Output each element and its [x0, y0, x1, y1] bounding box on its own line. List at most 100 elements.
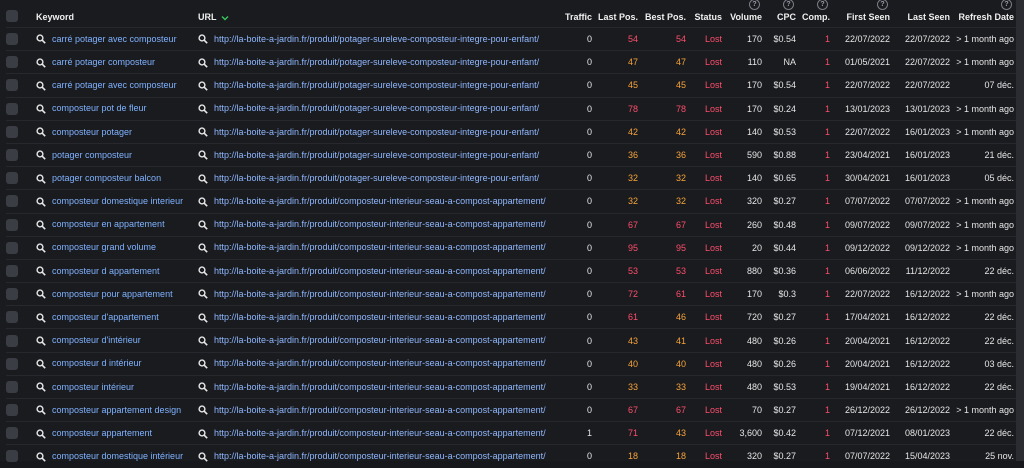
table-row[interactable]: composteur intérieur http://la-boite-a-ja…: [6, 375, 1020, 398]
table-row[interactable]: composteur potager http://la-boite-a-jard…: [6, 120, 1020, 143]
row-select[interactable]: [6, 97, 36, 120]
url-link[interactable]: http://la-boite-a-jardin.fr/produit/pota…: [214, 103, 539, 113]
search-icon[interactable]: [198, 150, 208, 161]
col-status[interactable]: Status: [692, 0, 728, 28]
url-link[interactable]: http://la-boite-a-jardin.fr/produit/comp…: [214, 312, 546, 322]
search-icon[interactable]: [36, 428, 46, 439]
row-select[interactable]: [6, 306, 36, 329]
url-link[interactable]: http://la-boite-a-jardin.fr/produit/pota…: [214, 173, 539, 183]
search-icon[interactable]: [198, 127, 208, 137]
row-checkbox[interactable]: [6, 218, 18, 231]
url-link[interactable]: http://la-boite-a-jardin.fr/produit/pota…: [214, 34, 539, 44]
row-checkbox[interactable]: [6, 404, 18, 417]
search-icon[interactable]: [198, 173, 208, 184]
search-icon[interactable]: [36, 173, 46, 184]
search-icon[interactable]: [36, 289, 46, 300]
table-row[interactable]: composteur pour appartement http://la-boi…: [6, 282, 1020, 306]
row-checkbox[interactable]: [6, 357, 18, 370]
keyword-link[interactable]: carré potager avec composteur: [52, 34, 177, 44]
row-checkbox[interactable]: [6, 334, 18, 347]
keyword-link[interactable]: composteur d'intérieur: [52, 335, 141, 345]
keyword-link[interactable]: composteur grand volume: [52, 242, 156, 252]
select-all-checkbox[interactable]: [6, 10, 18, 22]
keyword-link[interactable]: potager composteur: [52, 150, 132, 160]
keyword-link[interactable]: composteur appartement: [52, 428, 152, 438]
url-link[interactable]: http://la-boite-a-jardin.fr/produit/comp…: [214, 196, 546, 206]
row-select[interactable]: [6, 236, 36, 259]
first-seen-help-icon[interactable]: ?: [877, 0, 888, 10]
search-icon[interactable]: [198, 452, 208, 462]
refresh-date-help-icon[interactable]: ?: [1001, 0, 1012, 10]
row-select[interactable]: [6, 190, 36, 213]
search-icon[interactable]: [198, 405, 208, 416]
url-link[interactable]: http://la-boite-a-jardin.fr/produit/comp…: [214, 335, 546, 345]
keyword-link[interactable]: carré potager avec composteur: [52, 80, 177, 90]
search-icon[interactable]: [198, 289, 208, 300]
keyword-link[interactable]: composteur appartement design: [52, 405, 181, 415]
url-link[interactable]: http://la-boite-a-jardin.fr/produit/comp…: [214, 266, 546, 276]
table-row[interactable]: composteur d appartement http://la-boite-…: [6, 259, 1020, 282]
keyword-link[interactable]: potager composteur balcon: [52, 173, 161, 183]
scrollbar[interactable]: [1016, 0, 1024, 461]
row-checkbox[interactable]: [6, 195, 18, 208]
table-row[interactable]: composteur d'intérieur http://la-boite-a-…: [6, 328, 1020, 352]
keyword-link[interactable]: composteur en appartement: [52, 219, 165, 229]
search-icon[interactable]: [198, 34, 208, 45]
col-traffic[interactable]: Traffic: [558, 0, 598, 28]
url-link[interactable]: http://la-boite-a-jardin.fr/produit/comp…: [214, 428, 546, 438]
search-icon[interactable]: [36, 452, 46, 462]
table-row[interactable]: potager composteur http://la-boite-a-jard…: [6, 143, 1020, 166]
row-select[interactable]: [6, 283, 36, 306]
keyword-link[interactable]: composteur pour appartement: [52, 289, 173, 299]
row-checkbox[interactable]: [6, 102, 18, 115]
keyword-link[interactable]: composteur intérieur: [52, 382, 134, 392]
url-link[interactable]: http://la-boite-a-jardin.fr/produit/comp…: [214, 242, 546, 252]
search-icon[interactable]: [198, 243, 208, 253]
search-icon[interactable]: [198, 220, 208, 230]
table-row[interactable]: carré potager avec composteur http://la-b…: [6, 73, 1020, 97]
row-checkbox[interactable]: [6, 288, 18, 301]
comp-help-icon[interactable]: ?: [817, 0, 828, 10]
row-select[interactable]: [6, 28, 36, 51]
search-icon[interactable]: [36, 127, 46, 137]
table-row[interactable]: composteur appartement http://la-boite-a-…: [6, 421, 1020, 445]
row-checkbox[interactable]: [6, 56, 18, 69]
search-icon[interactable]: [36, 243, 46, 253]
row-checkbox[interactable]: [6, 33, 18, 46]
url-link[interactable]: http://la-boite-a-jardin.fr/produit/pota…: [214, 127, 539, 137]
table-row[interactable]: composteur en appartement http://la-boite…: [6, 213, 1020, 236]
table-row[interactable]: composteur domestique interieur http://la…: [6, 189, 1020, 213]
keyword-link[interactable]: composteur pot de fleur: [52, 103, 147, 113]
search-icon[interactable]: [198, 266, 208, 277]
search-icon[interactable]: [198, 313, 208, 323]
table-row[interactable]: potager composteur balcon http://la-boite…: [6, 166, 1020, 190]
search-icon[interactable]: [36, 197, 46, 207]
search-icon[interactable]: [36, 104, 46, 114]
search-icon[interactable]: [36, 34, 46, 45]
search-icon[interactable]: [198, 197, 208, 207]
row-select[interactable]: [6, 445, 36, 468]
row-checkbox[interactable]: [6, 79, 18, 92]
url-link[interactable]: http://la-boite-a-jardin.fr/produit/comp…: [214, 451, 546, 461]
col-url[interactable]: URL: [198, 0, 558, 28]
search-icon[interactable]: [36, 382, 46, 392]
row-select[interactable]: [6, 213, 36, 236]
row-select[interactable]: [6, 352, 36, 375]
url-link[interactable]: http://la-boite-a-jardin.fr/produit/comp…: [214, 405, 546, 415]
search-icon[interactable]: [36, 57, 46, 68]
search-icon[interactable]: [36, 220, 46, 230]
row-select[interactable]: [6, 329, 36, 352]
row-select[interactable]: [6, 259, 36, 282]
row-checkbox[interactable]: [6, 427, 18, 440]
col-cpc[interactable]: ? CPC: [768, 0, 802, 28]
row-checkbox[interactable]: [6, 311, 18, 324]
search-icon[interactable]: [36, 266, 46, 277]
row-checkbox[interactable]: [6, 125, 18, 138]
search-icon[interactable]: [36, 313, 46, 323]
keyword-link[interactable]: composteur d'appartement: [52, 312, 159, 322]
row-checkbox[interactable]: [6, 241, 18, 254]
keyword-link[interactable]: composteur d appartement: [52, 266, 160, 276]
search-icon[interactable]: [36, 336, 46, 346]
col-best-pos[interactable]: Best Pos.: [644, 0, 692, 28]
table-row[interactable]: composteur d intérieur http://la-boite-a-…: [6, 352, 1020, 375]
